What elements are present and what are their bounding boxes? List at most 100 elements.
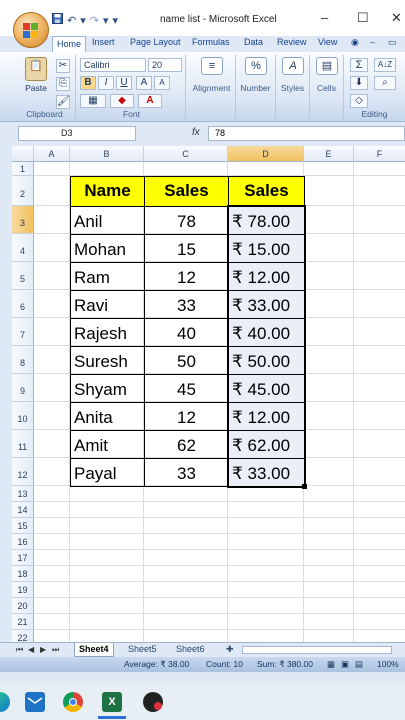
grid-cell[interactable] bbox=[144, 614, 228, 630]
grid-cell[interactable] bbox=[144, 550, 228, 566]
row-header-3[interactable]: 3 bbox=[12, 206, 34, 234]
row-header-6[interactable]: 6 bbox=[12, 290, 34, 318]
tab-home[interactable]: Home bbox=[52, 36, 87, 52]
name-box[interactable]: D3 bbox=[18, 126, 136, 141]
grid-cell[interactable] bbox=[144, 566, 228, 582]
grid-cell[interactable] bbox=[354, 614, 405, 630]
fill-icon[interactable]: ⬇ bbox=[350, 76, 368, 90]
row-header-17[interactable]: 17 bbox=[12, 550, 34, 566]
grid-cell[interactable] bbox=[354, 262, 405, 290]
cut-icon[interactable]: ✂ bbox=[56, 59, 70, 73]
grid-cell[interactable] bbox=[354, 430, 405, 458]
sales-cell[interactable]: 12 bbox=[144, 402, 229, 431]
table-header-cell[interactable]: Sales bbox=[228, 176, 305, 207]
column-header-d[interactable]: D bbox=[228, 146, 304, 162]
grid-cell[interactable] bbox=[304, 262, 354, 290]
grid-cell[interactable] bbox=[304, 346, 354, 374]
row-header-16[interactable]: 16 bbox=[12, 534, 34, 550]
grid-cell[interactable] bbox=[34, 550, 70, 566]
grid-cell[interactable] bbox=[144, 582, 228, 598]
sheet-tab-sheet6[interactable]: Sheet6 bbox=[172, 643, 209, 657]
row-header-7[interactable]: 7 bbox=[12, 318, 34, 346]
grid-cell[interactable] bbox=[304, 486, 354, 502]
row-header-14[interactable]: 14 bbox=[12, 502, 34, 518]
grid-cell[interactable] bbox=[34, 402, 70, 430]
grid-cell[interactable] bbox=[354, 206, 405, 234]
grow-font-icon[interactable]: A bbox=[136, 76, 152, 90]
sort-filter-icon[interactable]: A↓Z bbox=[374, 58, 396, 72]
grid-cell[interactable] bbox=[34, 374, 70, 402]
undo-dropdown-icon[interactable]: ▾ bbox=[80, 14, 86, 27]
grid-cell[interactable] bbox=[34, 234, 70, 262]
grid-cell[interactable] bbox=[304, 234, 354, 262]
name-cell[interactable]: Anil bbox=[70, 206, 145, 235]
column-header-c[interactable]: C bbox=[144, 146, 228, 162]
amount-cell[interactable]: ₹ 15.00 bbox=[228, 234, 305, 263]
amount-cell[interactable]: ₹ 33.00 bbox=[228, 290, 305, 319]
grid-cell[interactable] bbox=[354, 582, 405, 598]
grid-cell[interactable] bbox=[34, 598, 70, 614]
page-layout-view-icon[interactable]: ▣ bbox=[341, 659, 349, 670]
grid-cell[interactable] bbox=[304, 614, 354, 630]
grid-cell[interactable] bbox=[354, 374, 405, 402]
grid-cell[interactable] bbox=[354, 598, 405, 614]
office-button[interactable] bbox=[13, 12, 49, 48]
format-painter-icon[interactable]: 🖌 bbox=[56, 95, 70, 109]
grid-cell[interactable] bbox=[304, 598, 354, 614]
tab-page-layout[interactable]: Page Layout bbox=[130, 37, 181, 47]
grid-cell[interactable] bbox=[34, 518, 70, 534]
sales-cell[interactable]: 78 bbox=[144, 206, 229, 235]
close-button[interactable]: ✕ bbox=[391, 10, 402, 26]
clear-icon[interactable]: ◇ bbox=[350, 94, 368, 108]
styles-button[interactable]: A bbox=[279, 57, 307, 77]
grid-cell[interactable] bbox=[304, 458, 354, 486]
grid-cell[interactable] bbox=[34, 582, 70, 598]
grid-cell[interactable] bbox=[34, 534, 70, 550]
grid-cell[interactable] bbox=[70, 614, 144, 630]
row-header-8[interactable]: 8 bbox=[12, 346, 34, 374]
grid-cell[interactable] bbox=[304, 206, 354, 234]
grid-cell[interactable] bbox=[34, 206, 70, 234]
fill-handle[interactable] bbox=[302, 484, 307, 489]
row-header-15[interactable]: 15 bbox=[12, 518, 34, 534]
grid-cell[interactable] bbox=[304, 318, 354, 346]
next-sheet-icon[interactable]: ▶ bbox=[40, 645, 46, 654]
grid-cell[interactable] bbox=[70, 566, 144, 582]
select-all-corner[interactable] bbox=[12, 146, 34, 162]
column-header-b[interactable]: B bbox=[70, 146, 144, 162]
redo-icon[interactable]: ↷ bbox=[90, 14, 99, 27]
row-header-5[interactable]: 5 bbox=[12, 262, 34, 290]
grid-cell[interactable] bbox=[354, 176, 405, 206]
grid-cell[interactable] bbox=[34, 614, 70, 630]
chrome-icon[interactable] bbox=[63, 692, 83, 712]
row-header-11[interactable]: 11 bbox=[12, 430, 34, 458]
grid-cell[interactable] bbox=[144, 518, 228, 534]
grid-cell[interactable] bbox=[70, 162, 144, 176]
grid-cell[interactable] bbox=[34, 318, 70, 346]
maximize-button[interactable]: ☐ bbox=[357, 10, 369, 26]
grid-cell[interactable] bbox=[228, 550, 304, 566]
grid-cell[interactable] bbox=[70, 518, 144, 534]
grid-cell[interactable] bbox=[304, 582, 354, 598]
amount-cell[interactable]: ₹ 33.00 bbox=[228, 458, 305, 487]
sales-cell[interactable]: 62 bbox=[144, 430, 229, 459]
grid-cell[interactable] bbox=[354, 518, 405, 534]
help-icon[interactable]: ◉ bbox=[351, 37, 359, 48]
grid-cell[interactable] bbox=[354, 346, 405, 374]
zoom-level[interactable]: 100% bbox=[377, 659, 399, 669]
grid-cell[interactable] bbox=[228, 502, 304, 518]
row-header-4[interactable]: 4 bbox=[12, 234, 34, 262]
grid-cell[interactable] bbox=[354, 550, 405, 566]
grid-cell[interactable] bbox=[354, 502, 405, 518]
grid-cell[interactable] bbox=[144, 502, 228, 518]
grid-cell[interactable] bbox=[34, 430, 70, 458]
horizontal-scrollbar[interactable] bbox=[242, 646, 392, 654]
bold-button[interactable]: B bbox=[80, 76, 96, 90]
grid-cell[interactable] bbox=[34, 176, 70, 206]
grid-cell[interactable] bbox=[34, 458, 70, 486]
grid-cell[interactable] bbox=[34, 566, 70, 582]
grid-cell[interactable] bbox=[354, 318, 405, 346]
grid-cell[interactable] bbox=[228, 598, 304, 614]
grid-cell[interactable] bbox=[228, 582, 304, 598]
sheet-tab-sheet4[interactable]: Sheet4 bbox=[74, 643, 114, 657]
